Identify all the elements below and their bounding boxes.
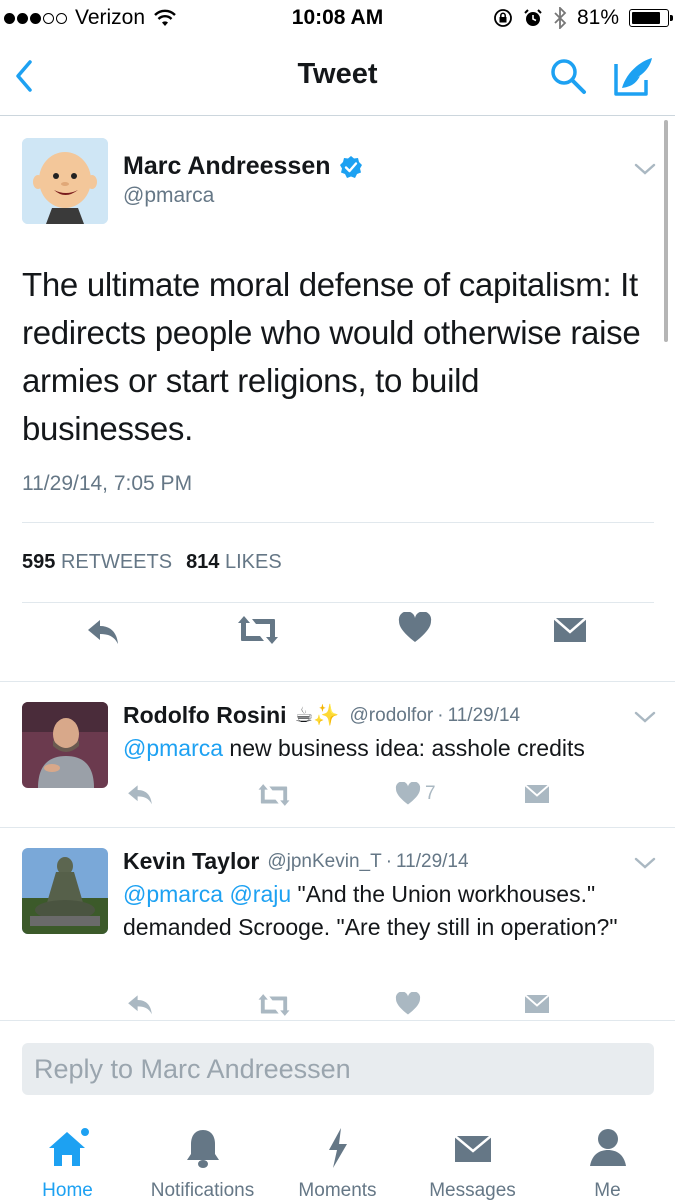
person-icon — [589, 1129, 626, 1166]
tab-me[interactable]: Me — [540, 1120, 675, 1200]
rotation-lock-icon — [494, 9, 512, 27]
reply-actions: 7 — [123, 782, 643, 814]
reply-text: @pmarca new business idea: asshole credi… — [123, 732, 653, 765]
verified-badge-icon — [339, 155, 362, 178]
retweet-icon[interactable] — [257, 782, 291, 808]
battery-icon — [629, 9, 673, 27]
mention-link[interactable]: @pmarca — [123, 881, 223, 907]
tab-label: Moments — [298, 1180, 377, 1200]
status-bar: Verizon 10:08 AM 81% — [0, 0, 675, 38]
reply-author-name[interactable]: Kevin Taylor — [123, 848, 259, 875]
mention-link[interactable]: @raju — [229, 881, 291, 907]
compose-icon[interactable] — [612, 54, 656, 98]
search-icon[interactable] — [548, 56, 588, 96]
avatar-image — [22, 848, 108, 934]
tab-label: Home — [42, 1180, 93, 1200]
reply-author-emoji: ☕✨ — [294, 704, 340, 727]
nav-bar: Tweet — [0, 38, 675, 116]
lightning-icon — [328, 1128, 347, 1168]
retweet-icon[interactable] — [257, 992, 291, 1018]
avatar[interactable] — [22, 138, 108, 224]
tab-label: Me — [594, 1180, 621, 1200]
reply-author-name[interactable]: Rodolfo Rosini — [123, 702, 287, 729]
tweet-stats: 595 RETWEETS 814 LIKES — [22, 551, 282, 574]
scrollbar[interactable] — [664, 120, 668, 342]
reply-tweet[interactable]: Rodolfo Rosini ☕✨ @rodolfor · 11/29/14 @… — [0, 682, 675, 828]
reply-text-body: new business idea: asshole credits — [223, 735, 585, 761]
home-icon — [48, 1126, 91, 1166]
separator: · — [385, 850, 393, 872]
likes-label: LIKES — [225, 551, 282, 573]
chevron-down-icon[interactable] — [634, 856, 656, 870]
author-name-text: Marc Andreessen — [123, 152, 331, 180]
mention-link[interactable]: @pmarca — [123, 735, 223, 761]
heart-icon — [395, 782, 421, 805]
status-right: 81% — [493, 6, 673, 30]
chevron-down-icon[interactable] — [634, 162, 656, 176]
reply-date: 11/29/14 — [447, 704, 521, 726]
retweets-stat[interactable]: 595 RETWEETS — [22, 551, 172, 574]
retweets-count: 595 — [22, 551, 56, 573]
tab-notifications[interactable]: Notifications — [135, 1120, 270, 1200]
reply-composer — [0, 1020, 675, 1110]
avatar[interactable] — [22, 848, 108, 934]
reply-icon[interactable] — [125, 782, 155, 806]
tab-bar: Home Notifications Moments Messages Me — [0, 1110, 675, 1200]
separator: · — [437, 704, 444, 726]
divider — [22, 522, 654, 523]
tweet-text: The ultimate moral defense of capitalism… — [22, 266, 641, 447]
likes-count: 814 — [186, 551, 220, 573]
direct-message-icon[interactable] — [523, 992, 551, 1016]
reply-icon[interactable] — [125, 992, 155, 1016]
author-name[interactable]: Marc Andreessen — [123, 152, 363, 181]
reply-text: @pmarca @raju "And the Union workhouses.… — [123, 878, 653, 944]
tab-label: Notifications — [150, 1180, 255, 1200]
bell-icon — [186, 1130, 219, 1168]
direct-message-icon[interactable] — [552, 614, 588, 646]
envelope-icon — [453, 1135, 492, 1162]
tab-label: Messages — [429, 1180, 516, 1200]
reply-author-handle: @rodolfor — [349, 704, 434, 726]
chevron-down-icon[interactable] — [634, 710, 656, 724]
alarm-icon — [524, 9, 542, 26]
battery-percent: 81% — [576, 6, 619, 29]
reply-header: Rodolfo Rosini ☕✨ @rodolfor · 11/29/14 — [123, 702, 520, 729]
reply-input[interactable] — [22, 1043, 654, 1095]
main-tweet: Marc Andreessen @pmarca The ultimate mor… — [0, 116, 675, 682]
tweet-actions — [0, 612, 675, 666]
reply-tweet[interactable]: Kevin Taylor @jpnKevin_T · 11/29/14 @pma… — [0, 828, 675, 1020]
heart-icon[interactable] — [398, 612, 432, 644]
likes-stat[interactable]: 814 LIKES — [186, 551, 282, 574]
chevron-left-icon[interactable] — [10, 56, 40, 96]
retweet-icon[interactable] — [236, 614, 280, 646]
reply-date: 11/29/14 — [396, 850, 469, 872]
reply-header: Kevin Taylor @jpnKevin_T · 11/29/14 — [123, 848, 469, 875]
bluetooth-icon — [554, 7, 567, 29]
tweet-timestamp: 11/29/14, 7:05 PM — [22, 472, 193, 495]
like-count: 7 — [425, 783, 436, 804]
author-handle: @pmarca — [123, 184, 215, 207]
tab-home[interactable]: Home — [0, 1120, 135, 1200]
retweets-label: RETWEETS — [60, 551, 173, 573]
direct-message-icon[interactable] — [523, 782, 551, 806]
like-action[interactable]: 7 — [395, 782, 436, 806]
avatar-image — [22, 138, 108, 224]
reply-icon[interactable] — [84, 616, 122, 646]
tab-moments[interactable]: Moments — [270, 1120, 405, 1200]
divider — [22, 602, 654, 603]
avatar-image — [22, 702, 108, 788]
avatar[interactable] — [22, 702, 108, 788]
heart-icon[interactable] — [395, 992, 421, 1016]
reply-author-handle: @jpnKevin_T — [267, 850, 382, 872]
tab-messages[interactable]: Messages — [405, 1120, 540, 1200]
